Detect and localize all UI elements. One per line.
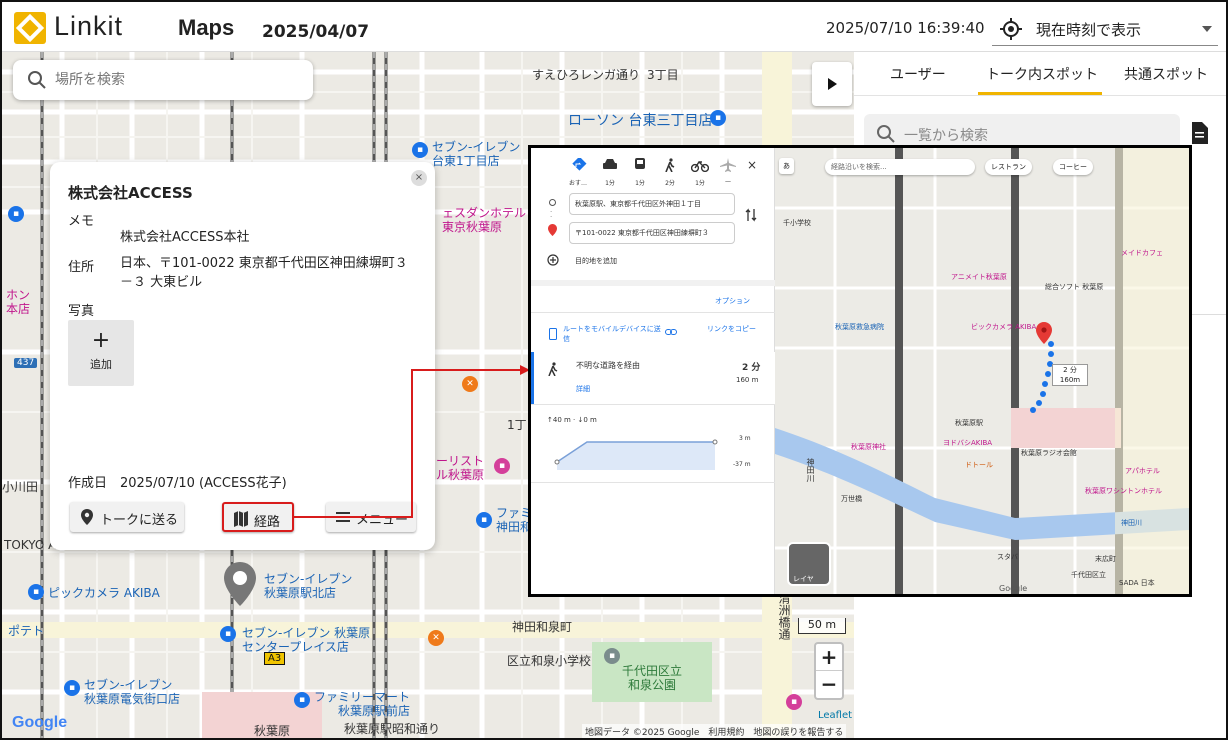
window-frame <box>0 0 1228 740</box>
